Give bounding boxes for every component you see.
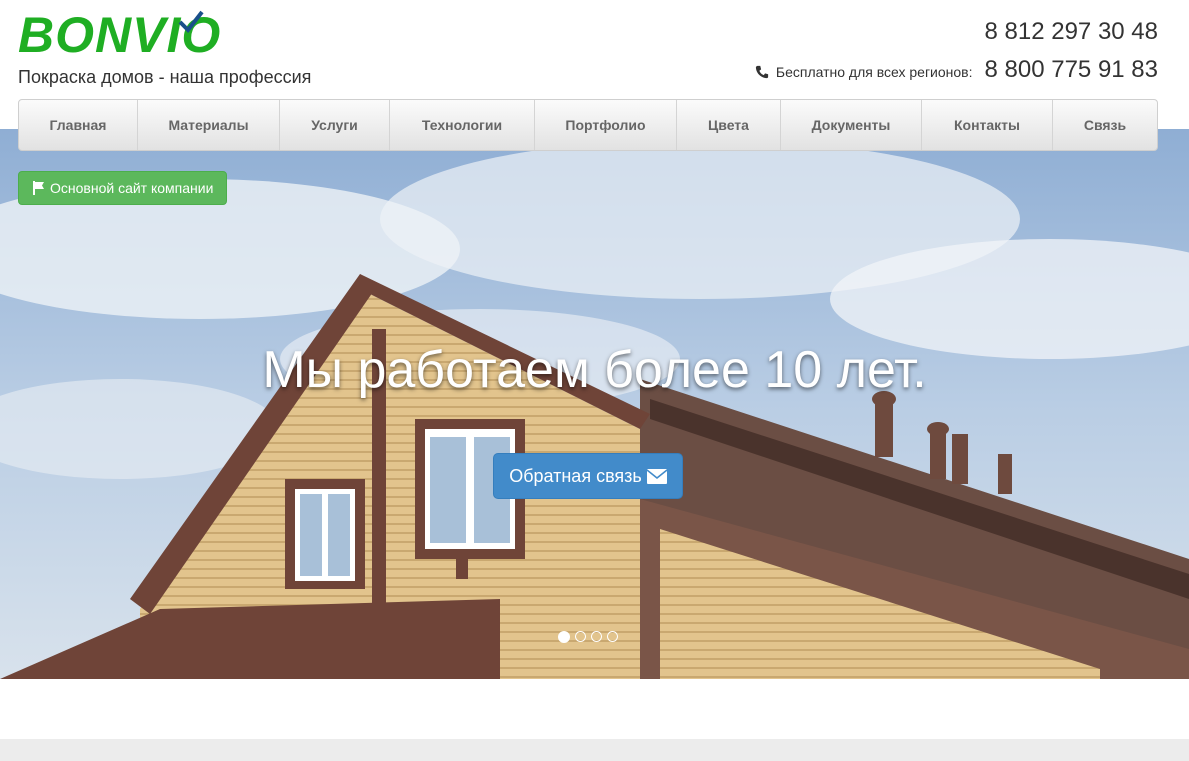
footer-strip <box>0 739 1189 761</box>
phone-primary[interactable]: 8 812 297 30 48 <box>985 18 1159 46</box>
feedback-button[interactable]: Обратная связь <box>493 453 683 499</box>
free-label: Бесплатно для всех регионов: <box>775 64 973 80</box>
free-phone-row: Бесплатно для всех регионов: 8 800 775 9… <box>755 56 1158 84</box>
nav-item-home[interactable]: Главная <box>19 100 138 150</box>
carousel-dot-1[interactable] <box>558 631 570 643</box>
nav-item-technologies[interactable]: Технологии <box>390 100 535 150</box>
nav-item-materials[interactable]: Материалы <box>138 100 280 150</box>
tagline: Покраска домов - наша профессия <box>18 67 312 87</box>
company-site-button-label: Основной сайт компании <box>50 180 214 196</box>
nav-item-portfolio[interactable]: Портфолио <box>535 100 677 150</box>
company-site-button[interactable]: Основной сайт компании <box>18 171 228 205</box>
hero-title: Мы работаем более 10 лет. <box>262 341 927 399</box>
hero-house-image <box>0 129 1189 679</box>
carousel-indicators <box>558 631 623 643</box>
nav-item-contacts[interactable]: Контакты <box>922 100 1053 150</box>
logo[interactable]: BONVIO <box>18 8 221 62</box>
carousel-dot-2[interactable] <box>575 631 586 642</box>
carousel-dot-3[interactable] <box>591 631 602 642</box>
hero-carousel[interactable] <box>0 129 1189 679</box>
logo-check-icon <box>178 10 204 34</box>
nav-item-colors[interactable]: Цвета <box>677 100 781 150</box>
phone-icon <box>755 65 769 78</box>
phone-free[interactable]: 8 800 775 91 83 <box>985 56 1159 84</box>
feedback-button-label: Обратная связь <box>509 465 642 486</box>
nav-item-contact-us[interactable]: Связь <box>1053 100 1157 150</box>
nav-item-documents[interactable]: Документы <box>781 100 922 150</box>
main-nav: Главная Материалы Услуги Технологии Порт… <box>18 99 1158 151</box>
carousel-dot-4[interactable] <box>607 631 618 642</box>
flag-icon <box>33 181 44 195</box>
nav-item-services[interactable]: Услуги <box>280 100 390 150</box>
envelope-icon <box>646 468 667 484</box>
